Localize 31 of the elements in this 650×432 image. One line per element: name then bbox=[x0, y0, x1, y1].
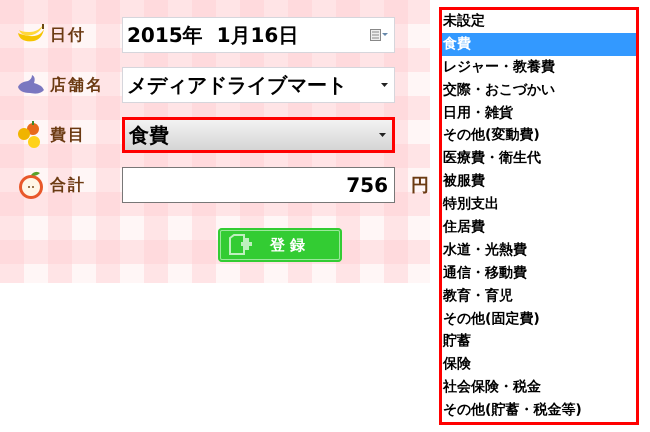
dropdown-option[interactable]: 住居費 bbox=[442, 216, 636, 239]
field-label: 費目 bbox=[49, 124, 87, 146]
caret-icon bbox=[379, 133, 386, 137]
dropdown-option[interactable]: 社会保険・税金 bbox=[442, 376, 636, 400]
dropdown-option[interactable]: 医療費・衛生代 bbox=[442, 147, 636, 170]
dropdown-option[interactable]: 教育・育児 bbox=[442, 284, 636, 308]
dropdown-option[interactable]: 未設定 bbox=[442, 10, 636, 33]
dropdown-option[interactable]: その他(変動費) bbox=[442, 124, 636, 148]
dropdown-option[interactable]: その他(貯蓄・税金等) bbox=[442, 399, 636, 422]
dropdown-option[interactable]: レジャー・教養費 bbox=[442, 56, 636, 79]
calendar-icon[interactable] bbox=[370, 29, 388, 41]
field-label: 合計 bbox=[48, 174, 87, 196]
dropdown-option[interactable]: 特別支出 bbox=[442, 193, 636, 216]
add-document-icon bbox=[228, 234, 252, 256]
apple-icon bbox=[17, 170, 45, 200]
caret-icon bbox=[381, 83, 388, 87]
select-field[interactable]: 食費 bbox=[122, 117, 395, 153]
dropdown-option[interactable]: 通信・移動費 bbox=[442, 262, 636, 285]
unit-label: 円 bbox=[411, 174, 429, 197]
dropdown-option[interactable]: 日用・雑貨 bbox=[442, 102, 636, 124]
dropdown-option[interactable]: その他(固定費) bbox=[442, 308, 636, 330]
date-field[interactable]: 2015年 1月16日 bbox=[122, 17, 395, 53]
select-field[interactable]: メディアドライブマート bbox=[122, 67, 395, 103]
field-label: 店舗名 bbox=[48, 74, 105, 96]
input-field[interactable]: 756 bbox=[122, 167, 395, 203]
field-label: 日付 bbox=[49, 24, 87, 46]
dropdown-option[interactable]: 水道・光熱費 bbox=[442, 238, 636, 262]
dropdown-option[interactable]: 交際・おこづかい bbox=[442, 78, 636, 102]
dropdown-option[interactable]: 被服費 bbox=[442, 170, 636, 194]
dropdown-option[interactable]: 貯蓄 bbox=[442, 330, 636, 354]
dropdown-option[interactable]: 保険 bbox=[442, 353, 636, 376]
